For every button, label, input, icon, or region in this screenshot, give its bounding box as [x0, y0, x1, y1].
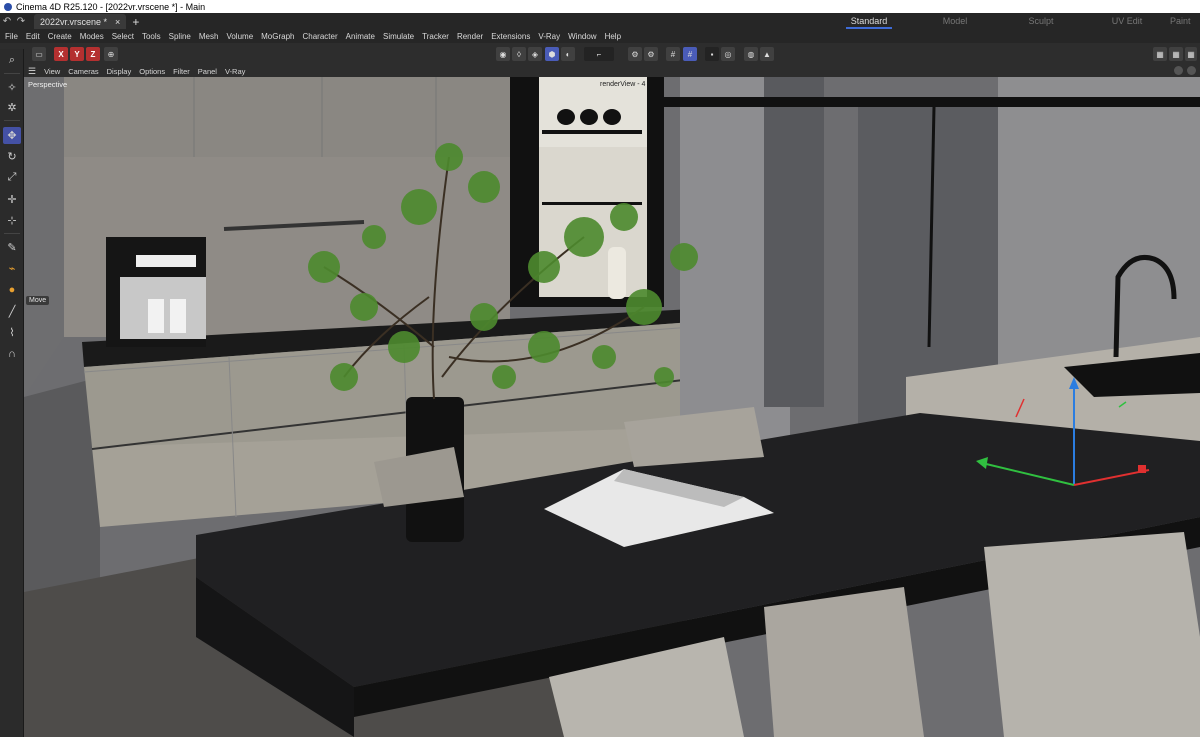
viewport-nav-controls	[1174, 66, 1196, 75]
document-tab[interactable]: 2022vr.vrscene * ×	[34, 14, 127, 29]
layout-uv-edit[interactable]: UV Edit	[1084, 13, 1170, 30]
document-tab-bar: ↶ ↷ 2022vr.vrscene * × + Standard Model …	[0, 13, 1200, 30]
window-title: Cinema 4D R25.120 - [2022vr.vrscene *] -…	[16, 1, 206, 12]
magnifier-icon[interactable]: ⌕	[3, 52, 21, 69]
brush-icon[interactable]: ╱	[3, 303, 21, 320]
menu-tracker[interactable]: Tracker	[422, 32, 449, 41]
edges-mode-icon[interactable]: ◊	[512, 47, 526, 61]
viewport-menu-bar: ☰ View Cameras Display Options Filter Pa…	[24, 65, 1200, 77]
layout-sculpt[interactable]: Sculpt	[998, 13, 1084, 30]
knife-icon[interactable]: ⌇	[3, 324, 21, 341]
chair	[984, 532, 1200, 737]
axis-x-lock-button[interactable]: X	[54, 47, 68, 61]
palette-divider	[4, 233, 20, 234]
redo-icon[interactable]: ↷	[14, 16, 28, 27]
viewport-camera-label: Perspective	[28, 80, 68, 89]
uv-mode-icon[interactable]: ◐	[561, 47, 575, 61]
viewport-zoom-icon[interactable]	[1187, 66, 1196, 75]
move-tool-tooltip: Move	[26, 296, 50, 305]
snap-icon[interactable]: ⊹	[3, 212, 21, 229]
modeling-axis-icon[interactable]: ▪	[705, 47, 719, 61]
menu-vray[interactable]: V-Ray	[538, 32, 560, 41]
render-view-label: renderView - 4	[600, 81, 646, 88]
palette-divider	[4, 120, 20, 121]
object-mode-icon[interactable]: ⬢	[545, 47, 559, 61]
magnet-icon[interactable]: ∩	[3, 345, 21, 362]
snap-settings-icon[interactable]: ⌐	[584, 47, 614, 61]
menu-mograph[interactable]: MoGraph	[261, 32, 294, 41]
grid-snap-icon[interactable]: #	[666, 47, 680, 61]
tool-palette: ⌕ ✧ ✲ ✥ ↻ ⤢ ✛ ⊹ ✎ ⌁ ● ╱ ⌇ ∩	[0, 49, 24, 737]
menu-spline[interactable]: Spline	[169, 32, 191, 41]
undo-icon[interactable]: ↶	[0, 16, 14, 27]
menu-help[interactable]: Help	[605, 32, 621, 41]
menu-animate[interactable]: Animate	[346, 32, 375, 41]
chair	[764, 587, 924, 737]
layout-paint[interactable]: Paint	[1170, 13, 1200, 30]
menu-tools[interactable]: Tools	[142, 32, 161, 41]
palette-divider	[4, 73, 20, 74]
menu-extensions[interactable]: Extensions	[491, 32, 530, 41]
layout-switcher: Standard Model Sculpt UV Edit Paint	[826, 13, 1200, 30]
points-mode-icon[interactable]: ◉	[496, 47, 510, 61]
sketch-icon[interactable]: ⌁	[3, 260, 21, 277]
menu-file[interactable]: File	[5, 32, 18, 41]
viewport-hamburger-icon[interactable]: ☰	[28, 66, 36, 77]
viewport-menu-vray[interactable]: V-Ray	[225, 67, 245, 76]
cinema4d-app-icon	[4, 2, 12, 11]
menu-window[interactable]: Window	[568, 32, 596, 41]
menu-mesh[interactable]: Mesh	[199, 32, 219, 41]
upper-cabinets	[54, 77, 564, 157]
viewport-menu-panel[interactable]: Panel	[198, 67, 217, 76]
move-icon[interactable]: ✥	[3, 127, 21, 144]
transform-icon[interactable]: ✛	[3, 191, 21, 208]
menu-modes[interactable]: Modes	[80, 32, 104, 41]
vray-render-icon[interactable]: ◍	[744, 47, 758, 61]
menu-edit[interactable]: Edit	[26, 32, 40, 41]
scene-render: renderView - 4	[24, 77, 1200, 737]
menu-character[interactable]: Character	[303, 32, 338, 41]
viewport-pan-icon[interactable]	[1174, 66, 1183, 75]
viewport-menu-display[interactable]: Display	[107, 67, 132, 76]
polygons-mode-icon[interactable]: ◈	[528, 47, 542, 61]
coordinate-system-icon[interactable]: ⊕	[104, 47, 118, 61]
menu-select[interactable]: Select	[112, 32, 134, 41]
menu-render[interactable]: Render	[457, 32, 483, 41]
layout-standard[interactable]: Standard	[826, 13, 912, 30]
render-settings-icon[interactable]: ⚙	[628, 47, 642, 61]
spline-pen-icon[interactable]: ✎	[3, 239, 21, 256]
render-view-icon[interactable]: ⚙	[644, 47, 658, 61]
axis-y-lock-button[interactable]: Y	[70, 47, 84, 61]
viewport-menu-cameras[interactable]: Cameras	[68, 67, 98, 76]
viewport-menu-options[interactable]: Options	[139, 67, 165, 76]
new-tab-button[interactable]: +	[132, 15, 139, 29]
main-toolbar: ▭ X Y Z ⊕ ◉ ◊ ◈ ⬢ ◐ ⌐ ⚙ ⚙ # # ▪ ◎ ◍ ▲ ▦ …	[0, 43, 1200, 65]
window-titlebar: Cinema 4D R25.120 - [2022vr.vrscene *] -…	[0, 0, 1200, 13]
menu-volume[interactable]: Volume	[226, 32, 253, 41]
viewport-menu-filter[interactable]: Filter	[173, 67, 190, 76]
workplane-icon[interactable]: #	[683, 47, 697, 61]
main-menu-bar: File Edit Create Modes Select Tools Spli…	[0, 30, 1200, 43]
layout-model[interactable]: Model	[912, 13, 998, 30]
materials-icon[interactable]: ●	[3, 281, 21, 298]
menu-simulate[interactable]: Simulate	[383, 32, 414, 41]
render-to-picture-viewer-icon[interactable]: ▦	[1169, 47, 1183, 61]
perspective-viewport[interactable]: renderView - 4 Perspective Move	[24, 77, 1200, 737]
solo-icon[interactable]: ◎	[721, 47, 735, 61]
scale-icon[interactable]: ⤢	[3, 169, 21, 186]
vray-vfb-icon[interactable]: ▲	[760, 47, 774, 61]
menu-create[interactable]: Create	[48, 32, 72, 41]
live-select-icon[interactable]: ✧	[3, 79, 21, 96]
rotate-icon[interactable]: ↻	[3, 148, 21, 165]
render-active-view-icon[interactable]: ▦	[1153, 47, 1167, 61]
axis-z-lock-button[interactable]: Z	[86, 47, 100, 61]
edit-render-settings-icon[interactable]: ▦	[1185, 47, 1197, 61]
pendant-rail	[664, 97, 1200, 107]
close-tab-icon[interactable]: ×	[115, 17, 120, 27]
document-tab-label: 2022vr.vrscene *	[40, 16, 108, 27]
null-object-icon[interactable]: ✲	[3, 99, 21, 116]
viewport-menu-view[interactable]: View	[44, 67, 60, 76]
model-mode-icon[interactable]: ▭	[32, 47, 46, 61]
